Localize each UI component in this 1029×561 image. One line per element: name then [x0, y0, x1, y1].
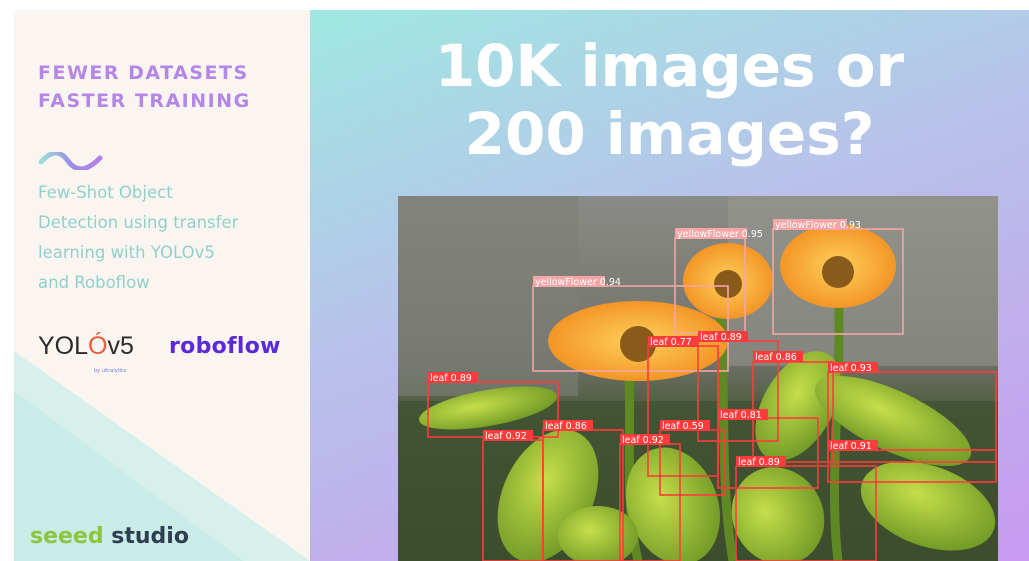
label-leaf: leaf 0.89 [738, 457, 780, 468]
label-flower: yellowFlower 0.93 [775, 220, 861, 231]
wall-shade [398, 196, 578, 396]
label-leaf: leaf 0.92 [622, 435, 664, 446]
title-line-1: 10K images or [434, 32, 905, 100]
photo-canvas: yellowFlower 0.95 yellowFlower 0.93 yell… [398, 196, 998, 561]
subtitle-line: Detection using transfer [38, 213, 239, 232]
subtitle-line: and Roboflow [38, 273, 150, 292]
subtitle-line: learning with YOLOv5 [38, 243, 215, 262]
yolo-logo-text: YOL [38, 332, 89, 360]
label-leaf: leaf 0.77 [650, 337, 692, 348]
label-leaf: leaf 0.89 [700, 332, 742, 343]
heading-line-1: FEWER DATASETS [38, 62, 249, 84]
wave-icon [38, 152, 103, 170]
subtitle-line: Few-Shot Object [38, 183, 173, 202]
yolov5-logo: YOLÓv5 [38, 332, 134, 361]
title-line-2: 200 images? [464, 100, 875, 168]
label-leaf: leaf 0.93 [830, 363, 872, 374]
left-panel: FEWER DATASETS FASTER TRAINING Few-Shot … [14, 10, 310, 561]
main-title: 10K images or 200 images? [310, 32, 1029, 168]
yolo-logo-version: v5 [107, 332, 134, 360]
roboflow-logo: roboflow [169, 334, 281, 359]
label-leaf: leaf 0.91 [830, 441, 872, 452]
studio-logo-text: studio [103, 524, 189, 549]
heading-line-2: FASTER TRAINING [38, 90, 251, 112]
slide: FEWER DATASETS FASTER TRAINING Few-Shot … [0, 0, 1029, 561]
label-flower: yellowFlower 0.95 [677, 229, 763, 240]
subtitle: Few-Shot Object Detection using transfer… [38, 178, 308, 298]
label-leaf: leaf 0.59 [662, 421, 704, 432]
label-leaf: leaf 0.89 [430, 373, 472, 384]
label-leaf: leaf 0.86 [545, 421, 587, 432]
seeed-logo-text: seeed [30, 524, 104, 549]
label-leaf: leaf 0.92 [485, 431, 527, 442]
label-leaf: leaf 0.86 [755, 352, 797, 363]
label-flower: yellowFlower 0.94 [535, 277, 621, 288]
label-leaf: leaf 0.81 [720, 410, 762, 421]
seeed-studio-logo: seeed studio [30, 524, 189, 549]
yolo-logo-o: Ó [88, 332, 108, 360]
ultralytics-byline: by ultralytics [94, 368, 127, 374]
detection-photo: yellowFlower 0.95 yellowFlower 0.93 yell… [398, 196, 998, 561]
